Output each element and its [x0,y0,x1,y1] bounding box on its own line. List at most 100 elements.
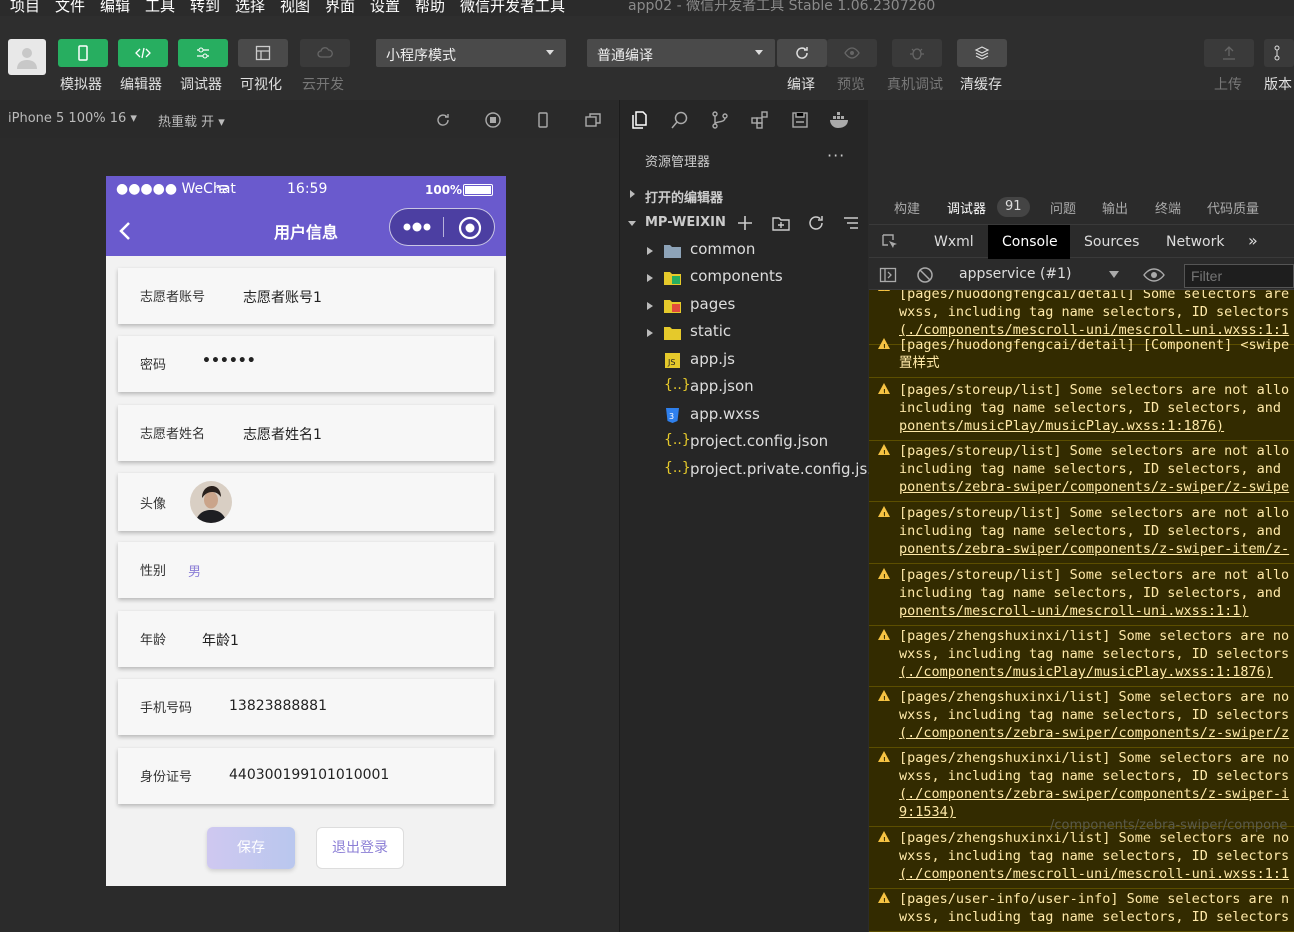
save-icon[interactable] [790,110,810,130]
more-tabs-icon[interactable]: » [1248,231,1258,250]
more-icon[interactable]: ··· [827,146,845,165]
save-button[interactable]: 保存 [207,827,295,869]
console-warning-row[interactable]: [pages/storeup/list] Some selectors are … [869,502,1294,564]
warning-icon [878,290,890,299]
editor-button[interactable] [118,39,168,67]
console-warning-row[interactable]: [pages/zhengshuxinxi/list] Some selector… [869,625,1294,687]
clear-console-icon[interactable] [916,266,934,284]
new-folder-icon[interactable] [772,214,790,232]
menu-interface[interactable]: 界面 [325,0,355,16]
stop-icon[interactable] [484,111,502,129]
compile-select[interactable]: 普通编译 [587,39,775,67]
compile-button[interactable] [777,39,827,67]
tree-item-app-js[interactable]: JS app.js [620,348,869,374]
console-warning-row[interactable]: [pages/zhengshuxinxi/list] Some selector… [869,747,1294,827]
tab-output[interactable]: 输出 [1102,198,1128,217]
gender-value[interactable]: 男 [188,561,201,580]
close-miniprogram-icon[interactable] [458,216,482,240]
version-button[interactable] [1264,39,1294,67]
project-section[interactable]: MP-WEIXIN [620,211,869,237]
user-avatar[interactable] [8,39,46,75]
menu-settings[interactable]: 设置 [370,0,400,16]
rotate-icon[interactable] [434,111,452,129]
tab-terminal[interactable]: 终端 [1155,198,1181,217]
console-filter-input[interactable] [1184,264,1294,288]
menu-edit[interactable]: 编辑 [100,0,130,16]
source-control-icon[interactable] [710,110,730,130]
logout-button[interactable]: 退出登录 [316,827,404,869]
clear-cache-button[interactable] [957,39,1007,67]
warning-message: [pages/storeup/list] Some selectors are … [899,566,1294,620]
tree-item-static[interactable]: static [620,320,869,346]
menu-wechat-devtools[interactable]: 微信开发者工具 [460,0,565,16]
menu-view[interactable]: 视图 [280,0,310,16]
more-icon[interactable] [402,222,432,232]
warning-line: 置样式 [899,355,940,371]
open-editors-section[interactable]: 打开的编辑器 [620,183,869,209]
preview-button[interactable] [827,39,877,67]
tab-debugger[interactable]: 调试器 [947,198,986,217]
search-icon[interactable] [670,110,690,130]
tree-item-common[interactable]: common [620,238,869,264]
device-select[interactable]: iPhone 5 100% 16 ▾ [8,111,137,126]
console-warning-row[interactable]: [pages/zhengshuxinxi/list] Some selector… [869,827,1294,889]
cloud-icon [317,47,333,58]
hot-reload-toggle[interactable]: 热重载 开 ▾ [158,111,225,130]
tab-code-quality[interactable]: 代码质量 [1207,198,1259,217]
tab-sources[interactable]: Sources [1084,234,1139,250]
upload-button[interactable] [1204,39,1254,67]
simulator-button[interactable] [58,39,108,67]
tree-item-project-private-config[interactable]: {..} project.private.config.js... [620,458,882,484]
file-explorer: 资源管理器 ··· 打开的编辑器 MP-WEIXIN common compon… [619,100,882,932]
window-icon[interactable] [584,111,602,129]
debugger-button[interactable] [178,39,228,67]
console-warning-row[interactable]: [pages/zhengshuxinxi/list] Some selector… [869,686,1294,748]
eye-icon[interactable] [1143,266,1165,284]
cloud-button[interactable] [300,39,350,67]
tree-item-project-config[interactable]: {..} project.config.json [620,430,869,456]
tree-item-app-wxss[interactable]: 3 app.wxss [620,403,869,429]
files-icon[interactable] [630,110,650,130]
sidebar-toggle-icon[interactable] [879,266,897,284]
password-input[interactable]: •••••• [202,353,256,369]
tab-build[interactable]: 构建 [894,198,920,217]
user-avatar-image[interactable] [189,480,233,524]
collapse-icon[interactable] [842,214,860,232]
tree-item-components[interactable]: components [620,265,869,291]
cloud-label: 云开发 [302,77,344,93]
visual-button[interactable] [238,39,288,67]
menu-project[interactable]: 项目 [10,0,40,16]
tab-issues[interactable]: 问题 [1050,198,1076,217]
age-input[interactable]: 年龄1 [202,630,239,650]
id-number-input[interactable]: 440300199101010001 [229,767,389,783]
new-file-icon[interactable] [736,214,754,232]
menu-file[interactable]: 文件 [55,0,85,16]
upload-label: 上传 [1214,77,1242,93]
docker-icon[interactable] [828,110,852,130]
name-input[interactable]: 志愿者姓名1 [243,424,322,444]
menu-tools[interactable]: 工具 [145,0,175,16]
phone-input[interactable]: 13823888881 [229,698,327,714]
tree-item-pages[interactable]: pages [620,293,869,319]
console-warning-row[interactable]: [pages/huodongfengcai/detail] [Component… [869,334,1294,378]
phone-icon[interactable] [534,111,552,129]
context-select[interactable]: appservice (#1) [959,266,1072,282]
inspect-icon[interactable] [881,233,899,251]
account-input[interactable]: 志愿者账号1 [243,287,322,307]
chevron-down-icon[interactable] [1109,271,1119,278]
tree-item-app-json[interactable]: {..} app.json [620,375,869,401]
extensions-icon[interactable] [750,110,770,130]
console-warning-row[interactable]: [pages/storeup/list] Some selectors are … [869,440,1294,502]
console-warning-row[interactable]: [pages/storeup/list] Some selectors are … [869,564,1294,626]
menu-help[interactable]: 帮助 [415,0,445,16]
menu-goto[interactable]: 转到 [190,0,220,16]
mode-select[interactable]: 小程序模式 [376,39,566,67]
console-warning-row[interactable]: [pages/user-info/user-info] Some selecto… [869,888,1294,932]
refresh-icon[interactable] [807,214,825,232]
tab-console[interactable]: Console [1002,234,1058,250]
console-warning-row[interactable]: [pages/storeup/list] Some selectors are … [869,379,1294,441]
tab-wxml[interactable]: Wxml [934,234,974,250]
remote-debug-button[interactable] [892,39,942,67]
tab-network[interactable]: Network [1166,234,1224,250]
menu-select[interactable]: 选择 [235,0,265,16]
